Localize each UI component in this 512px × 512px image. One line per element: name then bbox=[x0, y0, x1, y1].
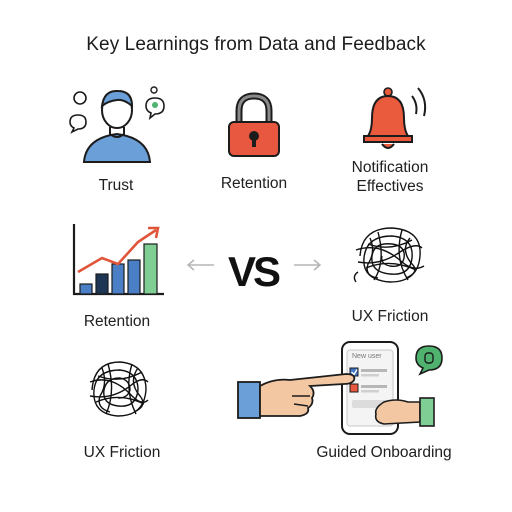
scribble-icon bbox=[353, 227, 425, 283]
ux-friction-label-right: UX Friction bbox=[351, 308, 429, 325]
guided-onboarding-label: Guided Onboarding bbox=[316, 444, 452, 461]
padlock-icon bbox=[228, 92, 280, 157]
phone-header-text: New user bbox=[352, 353, 382, 360]
chart-bar-5 bbox=[143, 243, 158, 295]
left-arrow-icon bbox=[186, 259, 214, 271]
onboarding-phone-icon bbox=[237, 341, 443, 435]
retention-chart-label: Retention bbox=[83, 313, 151, 330]
page-title: Key Learnings from Data and Feedback bbox=[86, 34, 426, 55]
person-chat-icon bbox=[69, 86, 165, 163]
scribble-icon bbox=[89, 361, 149, 417]
trust-label: Trust bbox=[98, 177, 134, 194]
chart-bar-1 bbox=[79, 283, 93, 295]
chart-bar-2 bbox=[95, 273, 109, 295]
growth-chart-icon bbox=[72, 224, 164, 296]
notification-label-line1: Notification bbox=[351, 159, 429, 176]
ux-friction-label-left: UX Friction bbox=[83, 444, 161, 461]
notification-label: Notification Effectives bbox=[330, 158, 450, 196]
bell-icon bbox=[363, 87, 427, 149]
chart-bar-4 bbox=[127, 259, 141, 295]
chart-bar-3 bbox=[111, 263, 125, 295]
right-arrow-icon bbox=[294, 259, 322, 271]
vs-label: VS bbox=[227, 248, 281, 295]
retention-label: Retention bbox=[220, 175, 288, 192]
notification-label-line2: Effectives bbox=[356, 178, 424, 195]
